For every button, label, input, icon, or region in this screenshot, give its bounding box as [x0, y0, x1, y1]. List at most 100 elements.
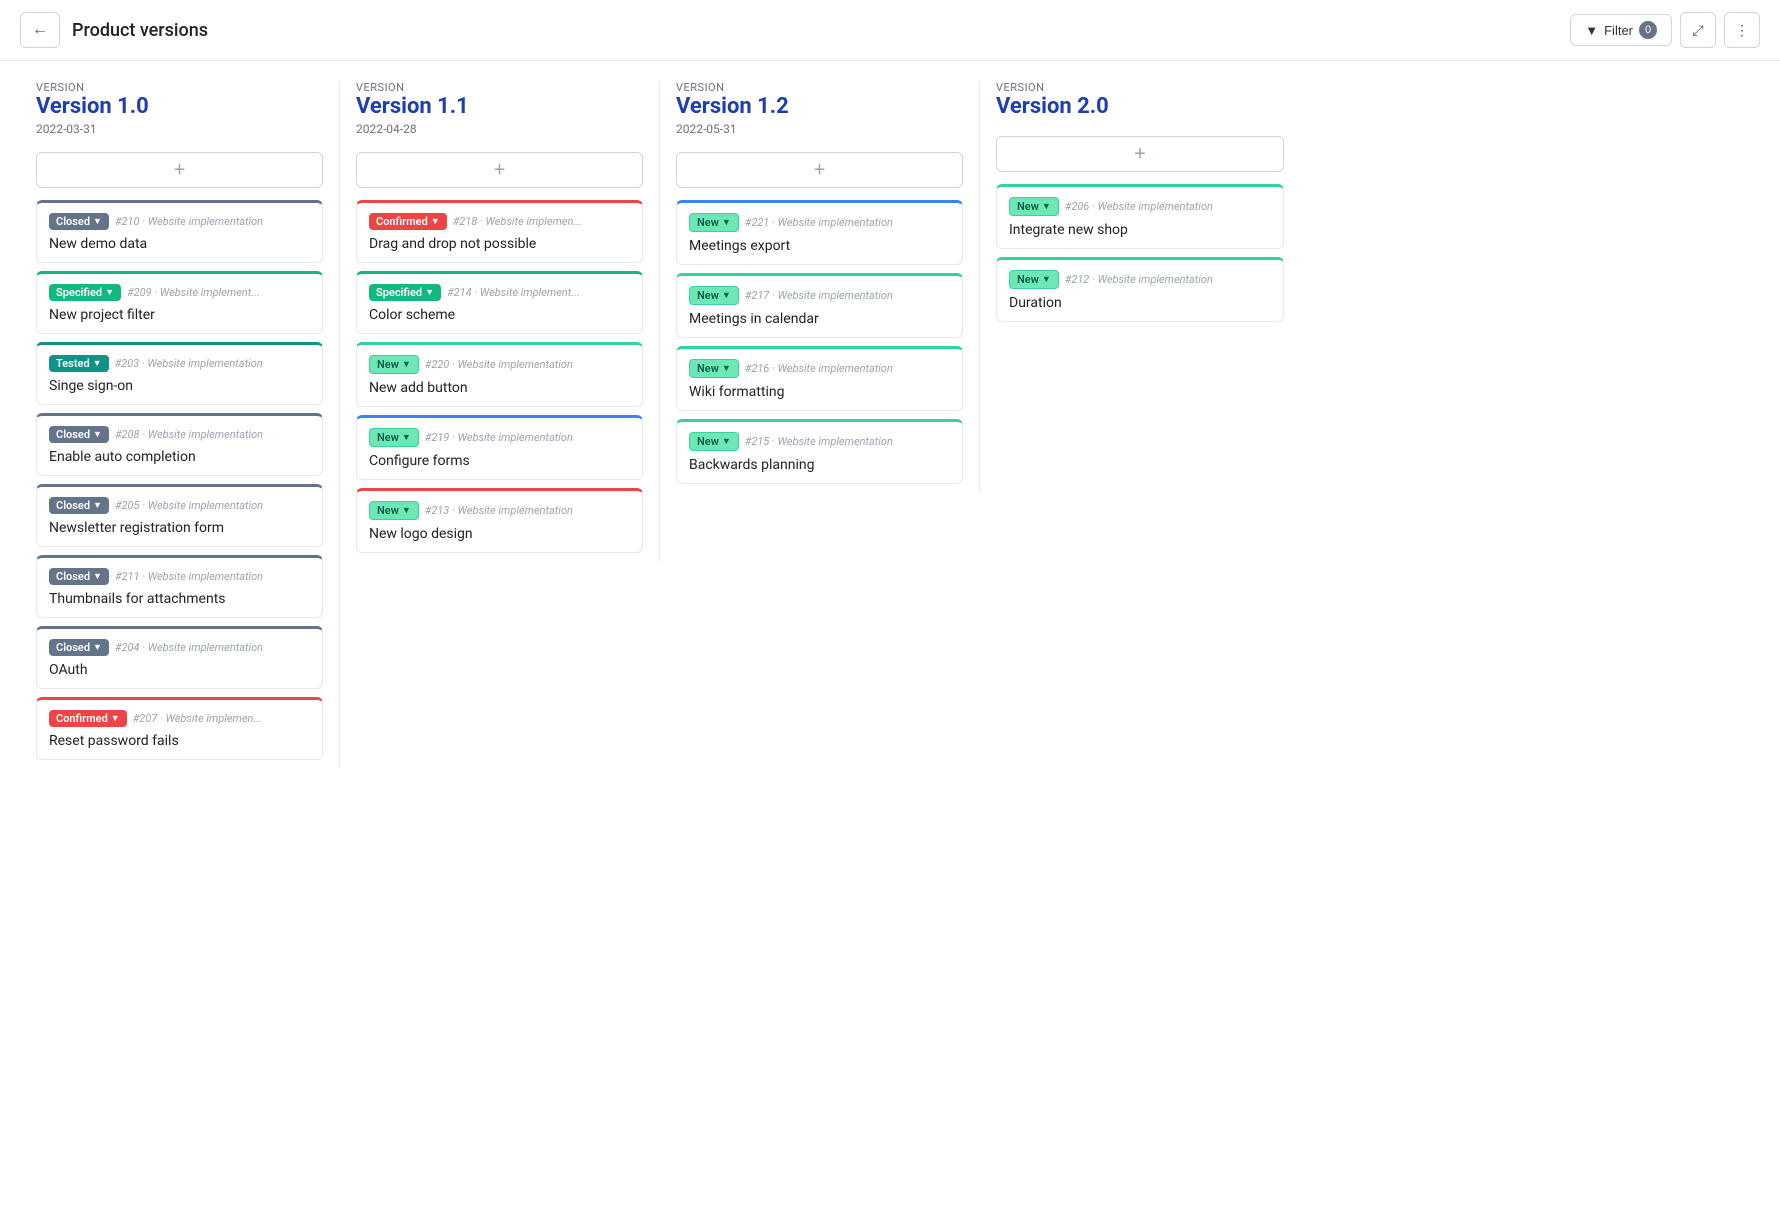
back-button[interactable]: ←: [20, 12, 60, 48]
card[interactable]: New ▼ #220 · Website implementation New …: [356, 342, 643, 407]
chevron-icon: ▼: [425, 287, 434, 298]
status-badge[interactable]: New ▼: [689, 286, 739, 305]
filter-button[interactable]: ▼ Filter 0: [1570, 14, 1672, 46]
card-top: Closed ▼ #205 · Website implementation: [49, 497, 310, 514]
status-badge[interactable]: New ▼: [1009, 270, 1059, 289]
chevron-icon: ▼: [93, 500, 102, 511]
status-badge[interactable]: New ▼: [369, 501, 419, 520]
card-number: #206 · Website implementation: [1065, 200, 1213, 213]
card[interactable]: Tested ▼ #203 · Website implementation S…: [36, 342, 323, 405]
card-title: New demo data: [49, 236, 310, 252]
add-card-button[interactable]: +: [676, 152, 963, 188]
more-icon: ⋮: [1735, 22, 1749, 39]
card[interactable]: New ▼ #216 · Website implementation Wiki…: [676, 346, 963, 411]
card-top: New ▼ #215 · Website implementation: [689, 432, 950, 451]
card-top: New ▼ #220 · Website implementation: [369, 355, 630, 374]
chevron-icon: ▼: [722, 363, 731, 374]
version-date: 2022-04-28: [356, 122, 643, 136]
card[interactable]: Specified ▼ #209 · Website implement... …: [36, 271, 323, 334]
card-top: Specified ▼ #214 · Website implement...: [369, 284, 630, 301]
add-card-button[interactable]: +: [996, 136, 1284, 172]
card-top: Tested ▼ #203 · Website implementation: [49, 355, 310, 372]
add-card-button[interactable]: +: [36, 152, 323, 188]
card[interactable]: New ▼ #219 · Website implementation Conf…: [356, 415, 643, 480]
status-badge[interactable]: Closed ▼: [49, 213, 109, 230]
card-top: Closed ▼ #211 · Website implementation: [49, 568, 310, 585]
card-title: New logo design: [369, 526, 630, 542]
card[interactable]: Closed ▼ #208 · Website implementation E…: [36, 413, 323, 476]
card-title: Singe sign-on: [49, 378, 310, 394]
card[interactable]: Confirmed ▼ #207 · Website implemen... R…: [36, 697, 323, 760]
card[interactable]: Closed ▼ #210 · Website implementation N…: [36, 200, 323, 263]
chevron-icon: ▼: [431, 216, 440, 227]
card-number: #215 · Website implementation: [745, 435, 893, 448]
card-title: Color scheme: [369, 307, 630, 323]
chevron-icon: ▼: [402, 359, 411, 370]
filter-icon: ▼: [1585, 23, 1598, 38]
card[interactable]: Confirmed ▼ #218 · Website implemen... D…: [356, 200, 643, 263]
card-number: #220 · Website implementation: [425, 358, 573, 371]
card-number: #210 · Website implementation: [115, 215, 263, 228]
status-badge[interactable]: Confirmed ▼: [49, 710, 127, 727]
expand-button[interactable]: ⤢: [1680, 12, 1716, 48]
card-top: New ▼ #212 · Website implementation: [1009, 270, 1271, 289]
status-badge[interactable]: Closed ▼: [49, 639, 109, 656]
card-top: New ▼ #213 · Website implementation: [369, 501, 630, 520]
card[interactable]: New ▼ #213 · Website implementation New …: [356, 488, 643, 553]
status-badge[interactable]: Specified ▼: [49, 284, 121, 301]
filter-count: 0: [1639, 21, 1657, 39]
status-badge[interactable]: New ▼: [369, 355, 419, 374]
version-title: Version 1.0: [36, 94, 323, 120]
card[interactable]: New ▼ #217 · Website implementation Meet…: [676, 273, 963, 338]
chevron-icon: ▼: [93, 429, 102, 440]
card-number: #221 · Website implementation: [745, 216, 893, 229]
card-number: #205 · Website implementation: [115, 499, 263, 512]
version-label: Version: [996, 81, 1284, 94]
chevron-icon: ▼: [111, 713, 120, 724]
card-number: #214 · Website implement...: [447, 286, 580, 299]
chevron-icon: ▼: [722, 217, 731, 228]
card-top: Specified ▼ #209 · Website implement...: [49, 284, 310, 301]
card-title: Newsletter registration form: [49, 520, 310, 536]
status-badge[interactable]: Closed ▼: [49, 497, 109, 514]
status-badge[interactable]: New ▼: [689, 359, 739, 378]
header-actions: ▼ Filter 0 ⤢ ⋮: [1570, 12, 1760, 48]
chevron-icon: ▼: [93, 358, 102, 369]
expand-icon: ⤢: [1692, 22, 1703, 39]
card[interactable]: New ▼ #215 · Website implementation Back…: [676, 419, 963, 484]
card-title: Duration: [1009, 295, 1271, 311]
card-top: New ▼ #216 · Website implementation: [689, 359, 950, 378]
status-badge[interactable]: Tested ▼: [49, 355, 109, 372]
chevron-icon: ▼: [402, 432, 411, 443]
chevron-icon: ▼: [722, 290, 731, 301]
chevron-icon: ▼: [93, 571, 102, 582]
card-top: New ▼ #217 · Website implementation: [689, 286, 950, 305]
more-button[interactable]: ⋮: [1724, 12, 1760, 48]
card[interactable]: Specified ▼ #214 · Website implement... …: [356, 271, 643, 334]
status-badge[interactable]: Closed ▼: [49, 568, 109, 585]
status-badge[interactable]: New ▼: [689, 213, 739, 232]
column-header: Version Version 1.1 2022-04-28: [356, 81, 643, 136]
card-title: Backwards planning: [689, 457, 950, 473]
card[interactable]: New ▼ #206 · Website implementation Inte…: [996, 184, 1284, 249]
card[interactable]: New ▼ #221 · Website implementation Meet…: [676, 200, 963, 265]
card[interactable]: Closed ▼ #211 · Website implementation T…: [36, 555, 323, 618]
chevron-icon: ▼: [402, 505, 411, 516]
add-card-button[interactable]: +: [356, 152, 643, 188]
status-badge[interactable]: New ▼: [369, 428, 419, 447]
status-badge[interactable]: New ▼: [689, 432, 739, 451]
status-badge[interactable]: New ▼: [1009, 197, 1059, 216]
card[interactable]: Closed ▼ #205 · Website implementation N…: [36, 484, 323, 547]
version-date: 2022-03-31: [36, 122, 323, 136]
card-top: New ▼ #206 · Website implementation: [1009, 197, 1271, 216]
chevron-icon: ▼: [1042, 201, 1051, 212]
filter-label: Filter: [1604, 23, 1633, 38]
status-badge[interactable]: Specified ▼: [369, 284, 441, 301]
status-badge[interactable]: Closed ▼: [49, 426, 109, 443]
version-label: Version: [36, 81, 323, 94]
card[interactable]: Closed ▼ #204 · Website implementation O…: [36, 626, 323, 689]
card[interactable]: New ▼ #212 · Website implementation Dura…: [996, 257, 1284, 322]
version-title: Version 1.1: [356, 94, 643, 120]
status-badge[interactable]: Confirmed ▼: [369, 213, 447, 230]
column-header: Version Version 1.2 2022-05-31: [676, 81, 963, 136]
